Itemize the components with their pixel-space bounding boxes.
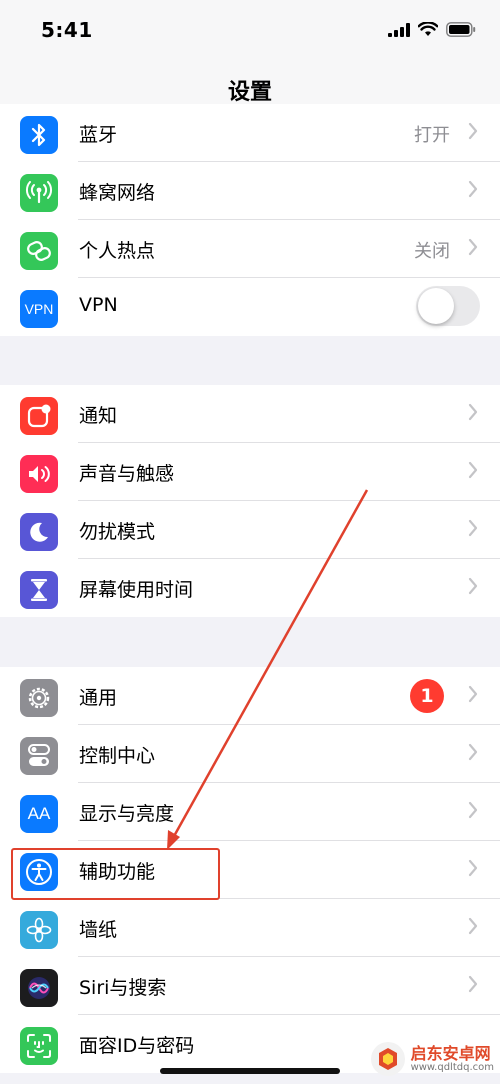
watermark: 启东安卓网 www.qdltdq.com <box>370 1042 494 1076</box>
annotation-arrow <box>167 489 369 850</box>
watermark-logo <box>370 1042 405 1076</box>
home-indicator <box>160 1068 340 1074</box>
watermark-name: 启东安卓网 <box>410 1043 491 1063</box>
watermark-url: www.qdltdq.com <box>410 1062 494 1074</box>
annotation-highlight-box <box>11 848 220 900</box>
